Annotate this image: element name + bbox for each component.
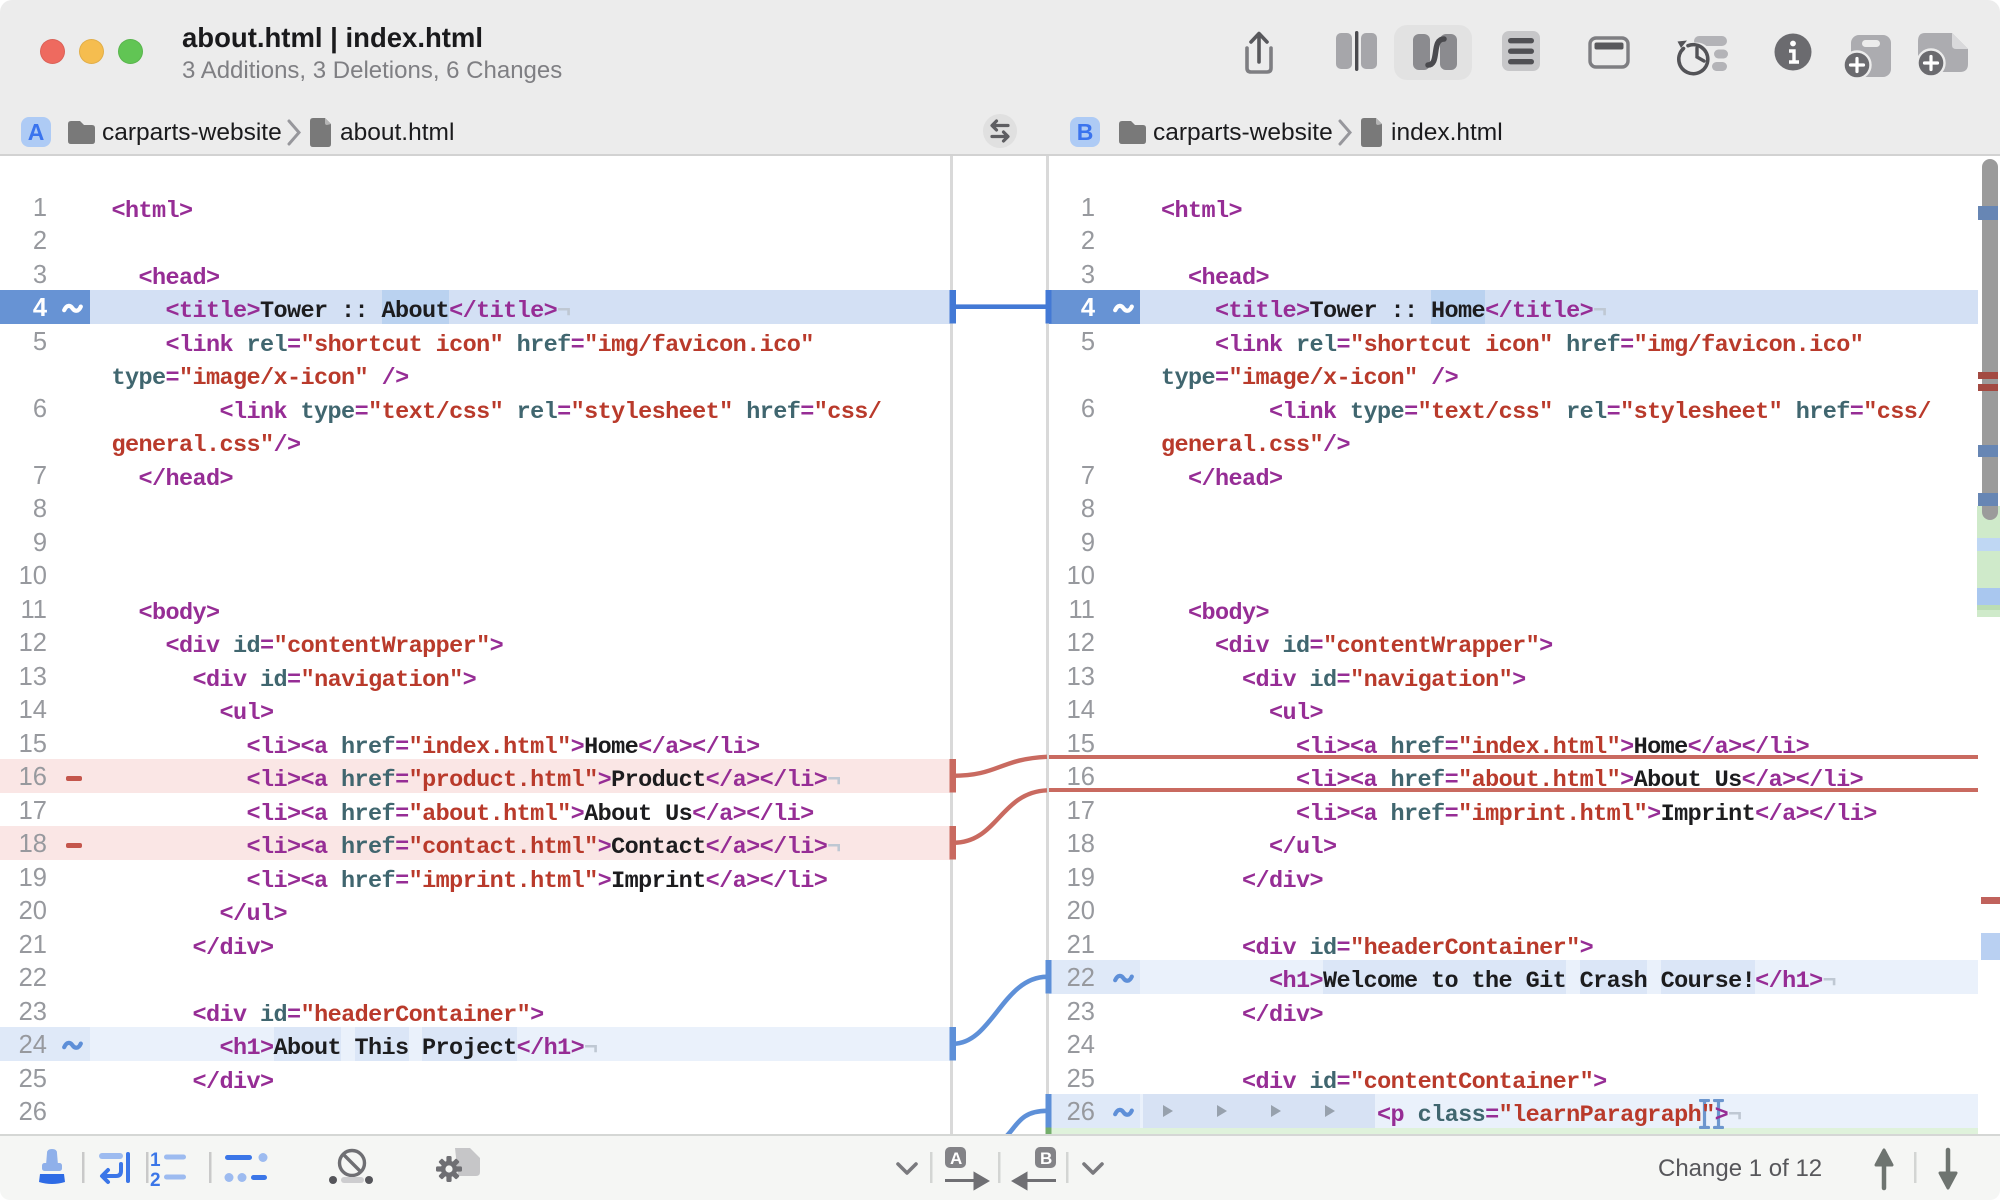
svg-text:A: A [950,1149,962,1168]
svg-text:1: 1 [150,1150,161,1171]
svg-text:B: B [1040,1149,1052,1168]
svg-text:2: 2 [150,1170,161,1191]
